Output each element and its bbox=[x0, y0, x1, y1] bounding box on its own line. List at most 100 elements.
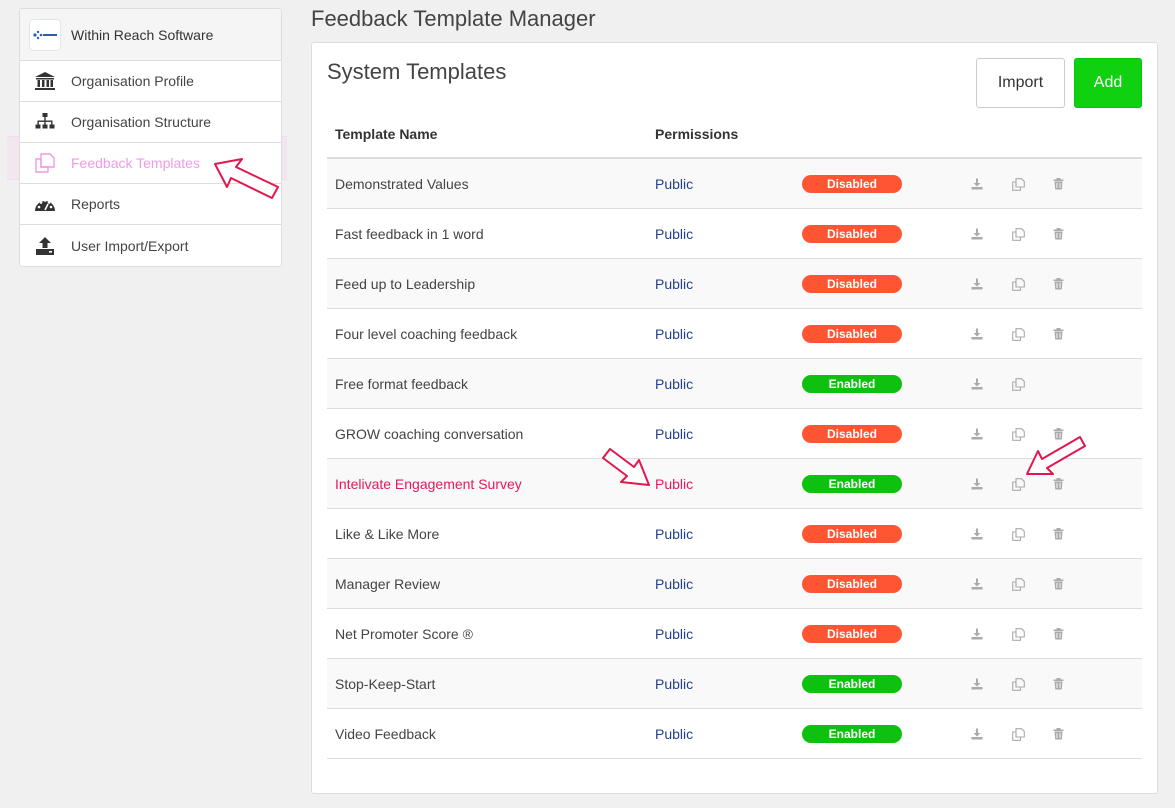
table-header: Template Name Permissions bbox=[327, 110, 1142, 159]
copy-icon bbox=[34, 152, 56, 174]
sidebar-item-feedback-templates[interactable]: Feedback Templates bbox=[20, 143, 281, 184]
sidebar-item-label: Organisation Profile bbox=[71, 73, 194, 89]
status-badge[interactable]: Disabled bbox=[802, 175, 902, 193]
template-name[interactable]: Feed up to Leadership bbox=[335, 276, 475, 292]
download-icon[interactable] bbox=[970, 577, 984, 591]
template-name[interactable]: Stop-Keep-Start bbox=[335, 676, 435, 692]
sidebar-item-label: User Import/Export bbox=[71, 237, 189, 254]
download-icon[interactable] bbox=[970, 327, 984, 341]
template-name[interactable]: Demonstrated Values bbox=[335, 176, 469, 192]
permission-link[interactable]: Public bbox=[655, 176, 693, 192]
import-button[interactable]: Import bbox=[976, 58, 1065, 108]
permission-link[interactable]: Public bbox=[655, 476, 693, 492]
download-icon[interactable] bbox=[970, 227, 984, 241]
sidebar-item-reports[interactable]: Reports bbox=[20, 184, 281, 225]
trash-icon[interactable] bbox=[1051, 577, 1065, 591]
copy-icon[interactable] bbox=[1011, 177, 1025, 191]
sitemap-icon bbox=[34, 111, 56, 133]
status-badge[interactable]: Enabled bbox=[802, 475, 902, 493]
page-title: Feedback Template Manager bbox=[311, 6, 596, 31]
template-name[interactable]: Four level coaching feedback bbox=[335, 326, 517, 342]
sidebar-item-organisation-profile[interactable]: Organisation Profile bbox=[20, 61, 281, 102]
trash-icon[interactable] bbox=[1051, 177, 1065, 191]
download-icon[interactable] bbox=[970, 177, 984, 191]
table-row: Manager Review Public Disabled bbox=[327, 559, 1142, 609]
permission-link[interactable]: Public bbox=[655, 576, 693, 592]
status-badge[interactable]: Disabled bbox=[802, 275, 902, 293]
sidebar-item-user-import-export[interactable]: User Import/Export bbox=[20, 225, 281, 266]
permission-link[interactable]: Public bbox=[655, 526, 693, 542]
status-badge[interactable]: Disabled bbox=[802, 225, 902, 243]
trash-icon[interactable] bbox=[1051, 477, 1065, 491]
templates-panel: System Templates Import Add Template Nam… bbox=[311, 42, 1158, 794]
table-row: Stop-Keep-Start Public Enabled bbox=[327, 659, 1142, 709]
template-name[interactable]: Like & Like More bbox=[335, 526, 439, 542]
copy-icon[interactable] bbox=[1011, 377, 1025, 391]
sidebar-item-organisation-structure[interactable]: Organisation Structure bbox=[20, 102, 281, 143]
copy-icon[interactable] bbox=[1011, 227, 1025, 241]
copy-icon[interactable] bbox=[1011, 527, 1025, 541]
trash-icon[interactable] bbox=[1051, 227, 1065, 241]
trash-icon[interactable] bbox=[1051, 327, 1065, 341]
trash-icon[interactable] bbox=[1051, 727, 1065, 741]
add-button[interactable]: Add bbox=[1074, 58, 1142, 108]
upload-icon bbox=[34, 235, 56, 257]
copy-icon[interactable] bbox=[1011, 577, 1025, 591]
status-badge[interactable]: Enabled bbox=[802, 675, 902, 693]
copy-icon[interactable] bbox=[1011, 677, 1025, 691]
download-icon[interactable] bbox=[970, 677, 984, 691]
permission-link[interactable]: Public bbox=[655, 226, 693, 242]
copy-icon[interactable] bbox=[1011, 277, 1025, 291]
table-row: Four level coaching feedback Public Disabl… bbox=[327, 309, 1142, 359]
download-icon[interactable] bbox=[970, 527, 984, 541]
copy-icon[interactable] bbox=[1011, 627, 1025, 641]
status-badge[interactable]: Enabled bbox=[802, 375, 902, 393]
download-icon[interactable] bbox=[970, 727, 984, 741]
trash-icon[interactable] bbox=[1051, 527, 1065, 541]
download-icon[interactable] bbox=[970, 377, 984, 391]
table-row: Fast feedback in 1 word Public Disabled bbox=[327, 209, 1142, 259]
status-badge[interactable]: Enabled bbox=[802, 725, 902, 743]
status-badge[interactable]: Disabled bbox=[802, 425, 902, 443]
sidebar-item-label: Feedback Templates bbox=[71, 155, 200, 171]
permission-link[interactable]: Public bbox=[655, 326, 693, 342]
copy-icon[interactable] bbox=[1011, 727, 1025, 741]
trash-icon[interactable] bbox=[1051, 677, 1065, 691]
status-badge[interactable]: Disabled bbox=[802, 525, 902, 543]
template-name[interactable]: Manager Review bbox=[335, 576, 440, 592]
permission-link[interactable]: Public bbox=[655, 726, 693, 742]
trash-icon[interactable] bbox=[1051, 277, 1065, 291]
permission-link[interactable]: Public bbox=[655, 676, 693, 692]
template-name[interactable]: Intelivate Engagement Survey bbox=[335, 476, 522, 492]
permission-link[interactable]: Public bbox=[655, 426, 693, 442]
column-header-permissions: Permissions bbox=[655, 126, 739, 142]
panel-title: System Templates bbox=[327, 59, 507, 84]
template-name[interactable]: Video Feedback bbox=[335, 726, 436, 742]
trash-icon[interactable] bbox=[1051, 427, 1065, 441]
copy-icon[interactable] bbox=[1011, 477, 1025, 491]
status-badge[interactable]: Disabled bbox=[802, 625, 902, 643]
permission-link[interactable]: Public bbox=[655, 626, 693, 642]
org-logo bbox=[29, 18, 61, 51]
status-badge[interactable]: Disabled bbox=[802, 325, 902, 343]
template-name[interactable]: GROW coaching conversation bbox=[335, 426, 523, 442]
table-row: Like & Like More Public Disabled bbox=[327, 509, 1142, 559]
column-header-template-name: Template Name bbox=[335, 126, 438, 142]
table-row: Intelivate Engagement Survey Public Enable… bbox=[327, 459, 1142, 509]
template-name[interactable]: Free format feedback bbox=[335, 376, 468, 392]
download-icon[interactable] bbox=[970, 627, 984, 641]
copy-icon[interactable] bbox=[1011, 427, 1025, 441]
download-icon[interactable] bbox=[970, 277, 984, 291]
template-name[interactable]: Fast feedback in 1 word bbox=[335, 226, 484, 242]
org-name: Within Reach Software bbox=[71, 26, 214, 43]
download-icon[interactable] bbox=[970, 477, 984, 491]
trash-icon[interactable] bbox=[1051, 627, 1065, 641]
bank-icon bbox=[34, 70, 56, 92]
permission-link[interactable]: Public bbox=[655, 276, 693, 292]
template-name[interactable]: Net Promoter Score ® bbox=[335, 626, 473, 642]
copy-icon[interactable] bbox=[1011, 327, 1025, 341]
download-icon[interactable] bbox=[970, 427, 984, 441]
permission-link[interactable]: Public bbox=[655, 376, 693, 392]
sidebar-header: Within Reach Software bbox=[20, 9, 281, 61]
status-badge[interactable]: Disabled bbox=[802, 575, 902, 593]
